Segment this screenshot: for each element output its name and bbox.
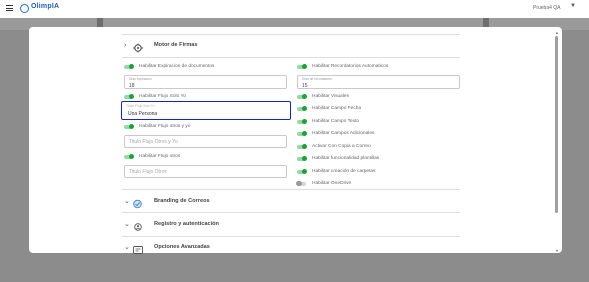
- divider: [122, 212, 460, 213]
- menu-icon[interactable]: [6, 5, 13, 11]
- top-bar: OlimpIA Prueba4 QA ▼: [0, 0, 589, 18]
- toggle-label: Habilitar Flujo Solo Yo: [139, 94, 186, 99]
- toggle-habilitar-carpetas[interactable]: Habilitar creación de carpetas: [297, 168, 376, 175]
- signature-engine-icon: [132, 40, 144, 53]
- dias-expiracion-field[interactable]: Días expiración 18: [124, 75, 287, 89]
- toggle-habilitar-campos-adicionales[interactable]: Habilitar Campos Adicionales: [297, 130, 375, 137]
- toggle-switch[interactable]: [297, 155, 307, 162]
- toggle-switch[interactable]: [297, 168, 307, 175]
- chevron-down-icon: ⌄: [124, 198, 130, 205]
- section-opciones-avanzadas[interactable]: ⌄ Opciones Avanzadas: [124, 242, 210, 254]
- section-title: Registro y autenticación: [154, 221, 219, 227]
- toggle-switch[interactable]: [124, 153, 134, 160]
- logo-icon: [20, 4, 29, 13]
- field-value: Una Persona: [128, 110, 158, 117]
- field-label: Días expiración: [129, 77, 152, 81]
- toggle-label: Habilitar creación de carpetas: [312, 169, 376, 174]
- toggle-switch[interactable]: [124, 93, 134, 100]
- toggle-label: Habilitar Flujo otros y yo: [139, 124, 191, 129]
- field-value: 18: [129, 82, 135, 89]
- toggle-habilitar-campo-fecha[interactable]: Habilitar Campo Fecha: [297, 105, 362, 112]
- toggle-habilitar-flujo-solo-yo[interactable]: Habilitar Flujo Solo Yo: [124, 93, 186, 100]
- toggle-label: Habilitar Campo Fecha: [312, 106, 362, 111]
- section-branding-correos[interactable]: ⌄ Branding de Correos: [124, 196, 210, 209]
- section-title: Opciones Avanzadas: [154, 244, 210, 250]
- section-title: Branding de Correos: [154, 198, 210, 204]
- toggle-switch[interactable]: [297, 130, 307, 137]
- field-label: Días de recordatorio: [302, 77, 332, 81]
- chevron-down-icon: ⌄: [124, 221, 130, 228]
- toggle-habilitar-flujo-otros-y-yo[interactable]: Habilitar Flujo otros y yo: [124, 123, 191, 130]
- toggle-switch[interactable]: [297, 63, 307, 70]
- toggle-label: Habilitar Flujo otros: [139, 154, 181, 159]
- section-motor-firmas[interactable]: › Motor de Firmas: [124, 40, 198, 53]
- divider: [122, 34, 460, 35]
- toggle-label: Habilitar funcionalidad plantillas: [312, 156, 380, 161]
- divider: [122, 57, 460, 58]
- toggle-label: Activar Con Copia a Correo: [312, 144, 371, 149]
- section-title: Motor de Firmas: [154, 42, 198, 48]
- chevron-right-icon: ›: [124, 41, 127, 49]
- toggle-habilitar-visuales[interactable]: Habilitar Visuales: [297, 93, 349, 100]
- toggle-switch[interactable]: [124, 63, 134, 70]
- divider: [122, 236, 460, 237]
- section-registro-autenticacion[interactable]: ⌄ Registro y autenticación: [124, 219, 219, 231]
- toggle-label: Habilitar Expiracion de documentos: [139, 64, 215, 69]
- toggle-habilitar-expiracion[interactable]: Habilitar Expiracion de documentos: [124, 63, 215, 70]
- toggle-habilitar-recordatorios[interactable]: Habilitar Recordatorios Automaticos: [297, 63, 389, 70]
- field-placeholder: Titulo Flujo Otros: [129, 169, 167, 175]
- toggle-label: Habilitar Recordatorios Automaticos: [312, 64, 389, 69]
- toggle-switch[interactable]: [297, 143, 307, 150]
- scroll-down-arrow-icon[interactable]: ▼: [555, 248, 559, 253]
- user-name[interactable]: Prueba4 QA: [533, 5, 561, 11]
- chevron-down-icon: ⌄: [124, 244, 130, 251]
- mail-branding-icon: [132, 196, 144, 209]
- toggle-label: Habilitar Visuales: [312, 94, 349, 99]
- chevron-down-icon[interactable]: ▼: [570, 3, 576, 9]
- toggle-habilitar-flujo-otros[interactable]: Habilitar Flujo otros: [124, 153, 181, 160]
- toggle-switch[interactable]: [297, 93, 307, 100]
- titulo-flujo-otros-field[interactable]: Titulo Flujo Otros: [124, 165, 287, 178]
- field-label: Título Flujo Solo Yo: [126, 103, 155, 108]
- field-placeholder: Titulo Flujo Otros y Yo: [129, 139, 178, 145]
- field-value: 15: [302, 82, 308, 89]
- toggle-label: Habilitar OneDrive: [312, 181, 352, 186]
- scroll-up-arrow-icon[interactable]: ▲: [555, 30, 559, 35]
- toggle-habilitar-plantillas[interactable]: Habilitar funcionalidad plantillas: [297, 155, 380, 162]
- dias-recordatorio-field[interactable]: Días de recordatorio 15: [297, 75, 460, 89]
- toggle-habilitar-onedrive[interactable]: Habilitar OneDrive: [296, 180, 352, 187]
- backdrop-shadow-left: [97, 18, 103, 27]
- toggle-switch[interactable]: [297, 105, 307, 112]
- app-logo-text: OlimpIA: [31, 3, 60, 10]
- toggle-label: Habilitar Campos Adicionales: [312, 131, 375, 136]
- backdrop-shadow-right: [483, 18, 489, 27]
- toggle-habilitar-campo-texto[interactable]: Habilitar Campo Texto: [297, 118, 360, 125]
- titulo-flujo-solo-yo-field[interactable]: Título Flujo Solo Yo Una Persona: [121, 101, 291, 120]
- settings-modal: [29, 27, 562, 253]
- toggle-label: Habilitar Campo Texto: [312, 119, 360, 124]
- toggle-switch[interactable]: [124, 123, 134, 130]
- titulo-flujo-otros-y-yo-field[interactable]: Titulo Flujo Otros y Yo: [124, 135, 287, 148]
- registration-icon: [132, 219, 144, 231]
- scrollbar-thumb[interactable]: [555, 36, 558, 213]
- toggle-activar-copia-correo[interactable]: Activar Con Copia a Correo: [297, 143, 371, 150]
- advanced-options-icon: [132, 242, 144, 254]
- divider: [122, 189, 460, 190]
- toggle-switch[interactable]: [297, 118, 307, 125]
- toggle-switch[interactable]: [296, 180, 306, 187]
